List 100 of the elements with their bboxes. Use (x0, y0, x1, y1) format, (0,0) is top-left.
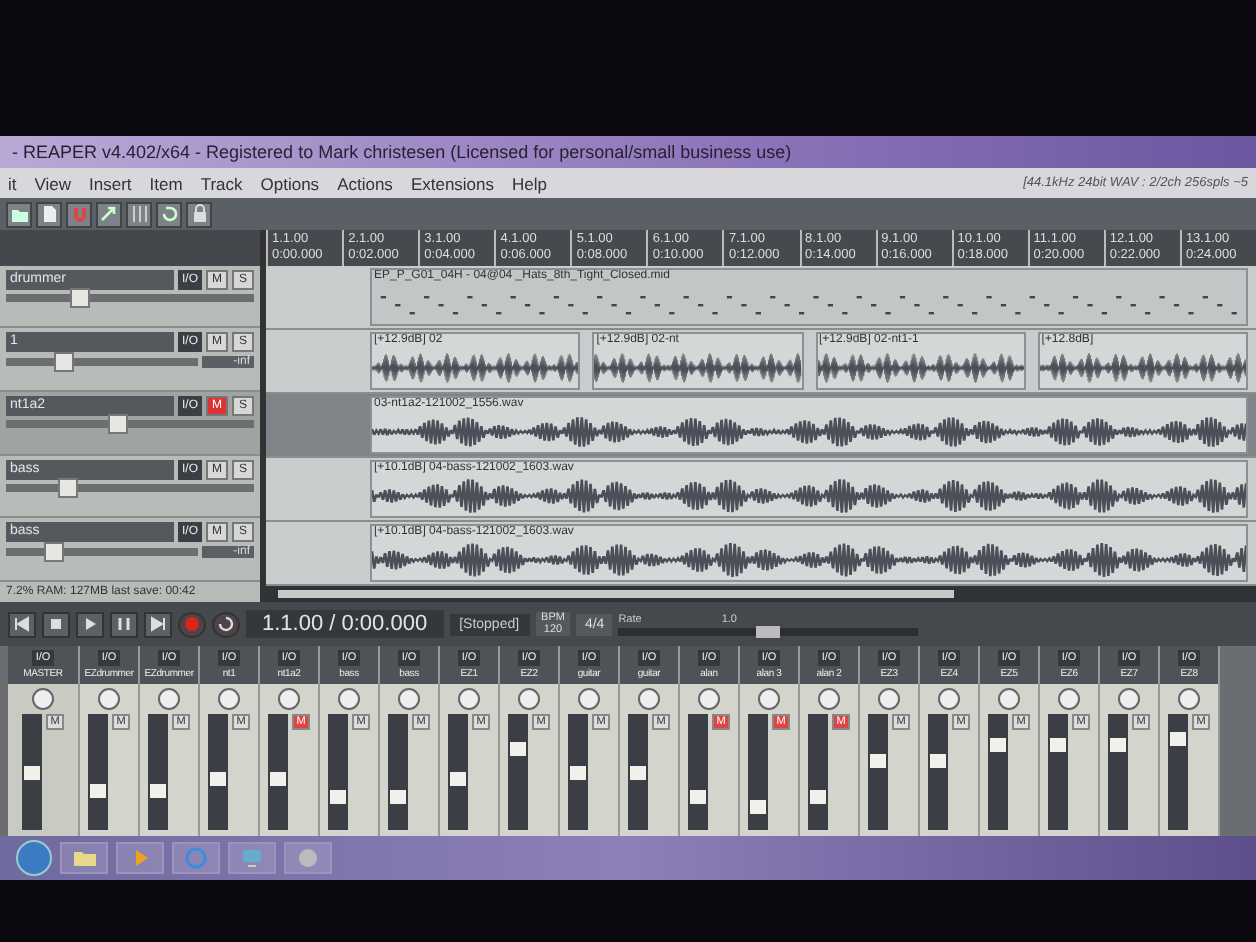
volume-fader[interactable] (148, 714, 168, 830)
volume-fader[interactable] (868, 714, 888, 830)
slider-thumb[interactable] (58, 477, 78, 498)
document-button[interactable] (36, 201, 62, 227)
volume-fader[interactable] (988, 714, 1008, 830)
volume-fader[interactable] (88, 714, 108, 830)
fader-thumb[interactable] (870, 754, 886, 769)
fader-thumb[interactable] (150, 783, 166, 798)
magnet-icon (69, 204, 89, 224)
menu-item[interactable]: View (34, 173, 72, 193)
fader-thumb[interactable] (570, 766, 586, 780)
pan-knob[interactable] (1118, 688, 1140, 710)
fader-thumb[interactable] (1110, 737, 1126, 751)
fader-thumb[interactable] (270, 771, 286, 786)
volume-fader[interactable] (388, 714, 408, 830)
volume-fader[interactable] (628, 714, 648, 830)
menu-item[interactable]: Insert (89, 173, 132, 193)
fader-thumb[interactable] (630, 766, 646, 780)
lock-icon (189, 204, 209, 224)
volume-slider[interactable] (6, 420, 254, 429)
menu-item[interactable]: Options (260, 173, 320, 193)
volume-slider[interactable] (6, 358, 198, 367)
pan-knob[interactable] (338, 688, 360, 710)
volume-fader[interactable] (328, 714, 348, 830)
fader-thumb[interactable] (930, 754, 946, 769)
fader-thumb[interactable] (24, 766, 40, 780)
slider-thumb[interactable] (756, 625, 781, 637)
volume-fader[interactable] (1108, 714, 1128, 830)
loop-icon (159, 204, 179, 224)
volume-fader[interactable] (1168, 714, 1188, 830)
pan-knob[interactable] (32, 688, 54, 710)
folder-button[interactable] (6, 201, 32, 227)
pan-knob[interactable] (1178, 688, 1200, 710)
slider-thumb[interactable] (70, 287, 91, 308)
pan-knob[interactable] (698, 688, 720, 710)
pan-knob[interactable] (758, 688, 780, 710)
fader-thumb[interactable] (330, 789, 346, 804)
slider-thumb[interactable] (44, 542, 64, 563)
pan-knob[interactable] (398, 688, 420, 710)
stop-button[interactable] (42, 611, 70, 637)
pan-knob[interactable] (878, 688, 900, 710)
pan-knob[interactable] (518, 688, 540, 710)
pan-knob[interactable] (818, 688, 840, 710)
pan-knob[interactable] (458, 688, 480, 710)
play-button[interactable] (76, 611, 104, 637)
lock-button[interactable] (186, 201, 212, 227)
fader-thumb[interactable] (810, 789, 826, 804)
pan-knob[interactable] (98, 688, 120, 710)
menu-item[interactable]: Track (200, 173, 243, 193)
volume-fader[interactable] (22, 714, 42, 830)
grid-button[interactable] (126, 201, 152, 227)
fader-thumb[interactable] (210, 771, 226, 786)
volume-slider[interactable] (6, 483, 254, 492)
document-icon (39, 204, 59, 224)
slider-thumb[interactable] (107, 414, 128, 435)
monitor-icon (240, 846, 264, 870)
arrow-button[interactable] (96, 201, 122, 227)
pan-knob[interactable] (998, 688, 1020, 710)
fader-thumb[interactable] (390, 789, 406, 804)
skip-back-button[interactable] (8, 611, 36, 637)
fader-thumb[interactable] (690, 789, 706, 804)
volume-slider[interactable] (6, 293, 254, 302)
pan-knob[interactable] (218, 688, 240, 710)
volume-fader[interactable] (568, 714, 588, 830)
menu-item[interactable]: Actions (337, 173, 393, 193)
volume-fader[interactable] (688, 714, 708, 830)
fader-thumb[interactable] (450, 771, 466, 786)
fader-thumb[interactable] (510, 742, 526, 757)
fader-thumb[interactable] (90, 783, 106, 798)
menu-item[interactable]: Item (149, 173, 183, 193)
fader-thumb[interactable] (1050, 737, 1066, 751)
pan-knob[interactable] (278, 688, 300, 710)
pan-knob[interactable] (158, 688, 180, 710)
pan-knob[interactable] (938, 688, 960, 710)
pan-knob[interactable] (638, 688, 660, 710)
volume-fader[interactable] (208, 714, 228, 830)
volume-fader[interactable] (808, 714, 828, 830)
fader-thumb[interactable] (990, 737, 1006, 751)
skip-forward-button[interactable] (144, 611, 172, 637)
volume-fader[interactable] (508, 714, 528, 830)
menu-item[interactable]: Help (512, 173, 548, 193)
repeat-button[interactable] (212, 611, 240, 637)
fader-thumb[interactable] (1170, 731, 1186, 746)
volume-slider[interactable] (6, 548, 198, 557)
pan-knob[interactable] (578, 688, 600, 710)
volume-fader[interactable] (268, 714, 288, 830)
scrollbar-thumb[interactable] (278, 590, 955, 598)
loop-button[interactable] (156, 201, 182, 227)
volume-fader[interactable] (448, 714, 468, 830)
start-button[interactable] (16, 840, 52, 876)
slider-thumb[interactable] (53, 352, 74, 373)
volume-fader[interactable] (928, 714, 948, 830)
volume-fader[interactable] (748, 714, 768, 830)
menu-item[interactable]: Extensions (410, 173, 495, 193)
folder-taskbar-button[interactable] (60, 842, 108, 874)
pan-knob[interactable] (1058, 688, 1080, 710)
menu-item[interactable]: it (8, 173, 17, 193)
fader-thumb[interactable] (750, 800, 766, 815)
volume-fader[interactable] (1048, 714, 1068, 830)
pause-button[interactable] (110, 611, 138, 637)
